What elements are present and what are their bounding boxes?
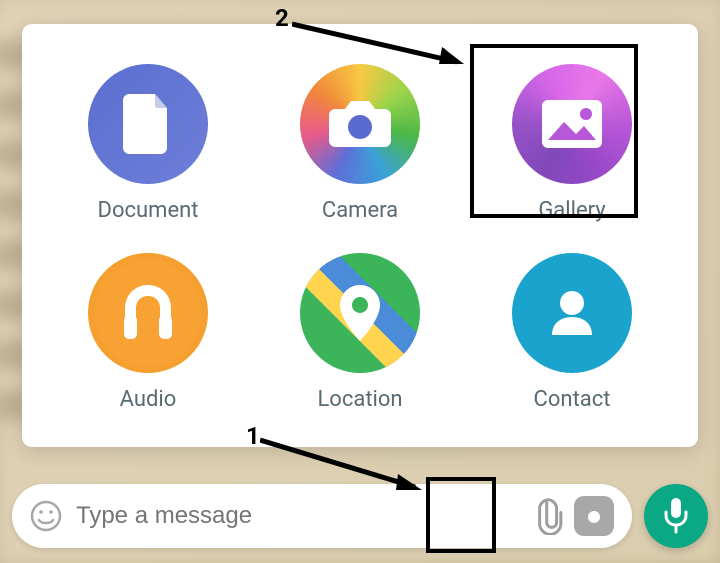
attach-option-contact[interactable]: Contact	[466, 253, 678, 412]
message-input[interactable]	[66, 502, 522, 530]
camera-icon	[300, 64, 420, 184]
attach-label-gallery: Gallery	[538, 198, 605, 223]
attach-label-audio: Audio	[120, 387, 177, 412]
annotation-label-2: 2	[275, 4, 289, 32]
attach-label-camera: Camera	[322, 198, 398, 223]
location-icon	[300, 253, 420, 373]
input-camera-icon[interactable]	[570, 492, 618, 540]
attach-option-location[interactable]: Location	[254, 253, 466, 412]
attach-option-audio[interactable]: Audio	[42, 253, 254, 412]
attach-option-document[interactable]: Document	[42, 64, 254, 223]
contact-icon	[512, 253, 632, 373]
attach-option-gallery[interactable]: Gallery	[466, 64, 678, 223]
attach-label-contact: Contact	[534, 387, 611, 412]
gallery-icon	[512, 64, 632, 184]
attachment-icon[interactable]	[522, 492, 570, 540]
chat-input-bar	[12, 484, 632, 548]
document-icon	[88, 64, 208, 184]
audio-icon	[88, 253, 208, 373]
attach-label-location: Location	[317, 387, 402, 412]
attachment-panel: Document Camera Gallery	[22, 24, 698, 447]
attach-option-camera[interactable]: Camera	[254, 64, 466, 223]
annotation-label-1: 1	[246, 422, 260, 450]
attach-label-document: Document	[98, 198, 199, 223]
emoji-icon[interactable]	[26, 496, 66, 536]
chat-input-row	[12, 484, 708, 548]
microphone-button[interactable]	[644, 484, 708, 548]
